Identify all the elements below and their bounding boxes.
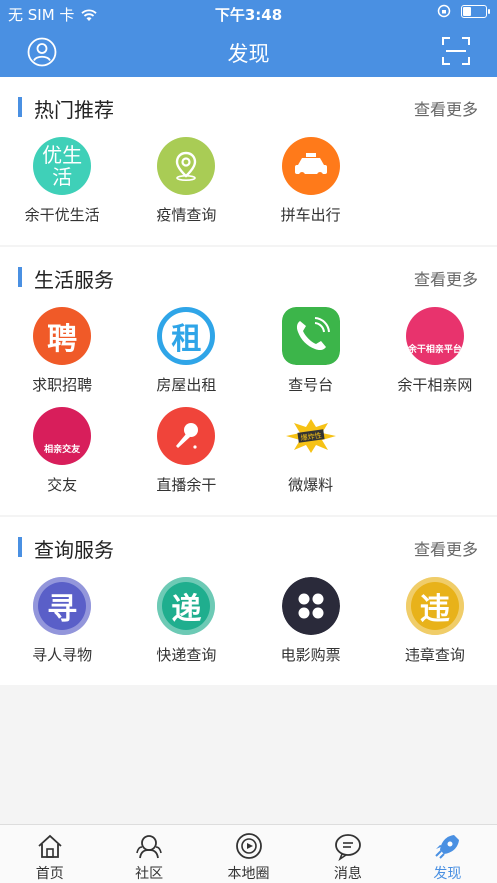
see-more-link[interactable]: 查看更多 <box>414 266 478 290</box>
icon-text: 租 <box>171 322 202 357</box>
service-label: 快递查询 <box>156 646 217 664</box>
see-more-link[interactable]: 查看更多 <box>414 536 478 560</box>
service-item[interactable]: 电影购票 <box>249 577 373 677</box>
service-item[interactable]: 寻寻人寻物 <box>0 577 124 677</box>
section-header: 查询服务 查看更多 <box>0 517 497 577</box>
service-label: 房屋出租 <box>156 376 217 394</box>
taxi-icon <box>281 137 340 195</box>
express-icon: 递 <box>157 577 216 635</box>
location-pin-icon <box>157 137 216 195</box>
dating-site-icon: 余干相亲平台 <box>405 307 464 365</box>
tab-message[interactable]: 消息 <box>298 825 397 883</box>
section-accent-bar <box>18 267 22 287</box>
discover-content: 热门推荐 查看更多 优生活 余干优生活 疫情查询 拼车出行 生活服务 查看更多聘求职招聘租房屋… <box>0 77 497 687</box>
section-header: 生活服务 查看更多 <box>0 247 497 307</box>
section-title: 查询服务 <box>34 538 114 562</box>
service-grid: 寻寻人寻物递快递查询 电影购票违违章查询 <box>0 577 497 685</box>
service-item[interactable]: 查号台 <box>249 307 373 407</box>
icon-text: 相亲交友 <box>44 445 81 455</box>
rocket-icon <box>435 835 460 859</box>
service-item[interactable]: 余干相亲平台余干相亲网 <box>373 307 497 407</box>
violation-icon: 违 <box>405 577 464 635</box>
tab-rocket[interactable]: 发现 <box>398 825 497 883</box>
tab-label: 本地圈 <box>227 866 270 882</box>
icon-text: 优生活 <box>42 143 83 189</box>
icon-text: 违 <box>419 592 450 627</box>
service-item[interactable]: 优生活 余干优生活 <box>0 137 124 237</box>
status-bar: 无 SIM 卡 下午3:48 <box>0 0 497 26</box>
service-item[interactable]: 拼车出行 <box>249 137 373 237</box>
service-item[interactable]: 疫情查询 <box>124 137 248 237</box>
tab-local-circle[interactable]: 本地圈 <box>199 825 298 883</box>
section-title: 生活服务 <box>34 268 114 292</box>
service-label: 查号台 <box>288 376 334 394</box>
icon-text: 余干相亲平台 <box>407 345 462 355</box>
section-accent-bar <box>18 97 22 117</box>
home-icon <box>38 834 62 858</box>
service-grid: 聘求职招聘租房屋出租 查号台 余干相亲平台 余干相亲网 相亲交友 交友 直播余干 爆炸性 微爆料 <box>0 307 497 515</box>
tab-label: 消息 <box>333 866 362 882</box>
service-label: 直播余干 <box>156 476 217 494</box>
icon-text: 聘 <box>47 322 78 357</box>
local-circle-icon <box>235 833 262 859</box>
battery-icon <box>461 4 490 18</box>
tab-label: 社区 <box>135 866 164 882</box>
message-icon <box>335 834 361 861</box>
tab-community[interactable]: 社区 <box>99 825 198 883</box>
section-2: 生活服务 查看更多聘求职招聘租房屋出租 查号台 余干相亲平台 余干相亲网 相亲交友 交友 直播… <box>0 247 497 515</box>
section-header: 热门推荐 查看更多 <box>0 77 497 137</box>
service-item[interactable]: 相亲交友 交友 <box>0 407 124 507</box>
service-item[interactable]: 递快递查询 <box>124 577 248 677</box>
section-accent-bar <box>18 537 22 557</box>
pin-job-icon: 聘 <box>33 307 92 365</box>
icon-text: 寻 <box>47 592 78 627</box>
service-label: 违章查询 <box>404 646 465 664</box>
service-item[interactable]: 租房屋出租 <box>124 307 248 407</box>
tab-label: 首页 <box>35 866 64 882</box>
film-reel-icon <box>281 577 340 635</box>
service-label: 交友 <box>47 476 78 494</box>
microphone-icon <box>157 407 216 465</box>
phone-icon <box>281 307 340 365</box>
service-item[interactable]: 聘求职招聘 <box>0 307 124 407</box>
service-item[interactable]: 违违章查询 <box>373 577 497 677</box>
service-label: 寻人寻物 <box>32 646 93 664</box>
service-item[interactable]: 爆炸性 微爆料 <box>249 407 373 507</box>
search-person-icon: 寻 <box>33 577 92 635</box>
tab-label: 发现 <box>433 866 462 882</box>
service-grid: 优生活 余干优生活 疫情查询 拼车出行 <box>0 137 497 245</box>
service-label: 微爆料 <box>288 476 334 494</box>
header: 无 SIM 卡 下午3:48 发现 <box>0 0 497 77</box>
breaking-news-icon: 爆炸性 <box>282 407 340 465</box>
service-item[interactable]: 直播余干 <box>124 407 248 507</box>
service-label: 余干相亲网 <box>397 376 473 394</box>
youshenghuo-icon: 优生活 <box>33 137 92 195</box>
section-3: 查询服务 查看更多寻寻人寻物递快递查询 电影购票违违章查询 <box>0 517 497 685</box>
scan-icon[interactable] <box>442 37 470 65</box>
service-label: 余干优生活 <box>24 206 100 224</box>
rent-icon: 租 <box>157 307 216 365</box>
section-1: 热门推荐 查看更多 优生活 余干优生活 疫情查询 拼车出行 <box>0 77 497 245</box>
service-label: 求职招聘 <box>32 376 93 394</box>
service-label: 疫情查询 <box>156 206 217 224</box>
section-title: 热门推荐 <box>34 98 114 122</box>
status-time: 下午3:48 <box>214 6 283 24</box>
service-label: 电影购票 <box>280 646 341 664</box>
tab-bar: 首页 社区 本地圈 消息 发现 <box>0 824 497 883</box>
friends-icon: 相亲交友 <box>33 407 92 465</box>
tab-home[interactable]: 首页 <box>0 825 99 883</box>
page-title: 发现 <box>227 42 270 66</box>
nav-bar: 发现 <box>0 26 497 77</box>
community-icon <box>136 835 162 859</box>
rotation-lock-icon <box>437 4 451 18</box>
see-more-link[interactable]: 查看更多 <box>414 96 478 120</box>
service-label: 拼车出行 <box>280 206 341 224</box>
icon-text: 递 <box>171 592 202 627</box>
